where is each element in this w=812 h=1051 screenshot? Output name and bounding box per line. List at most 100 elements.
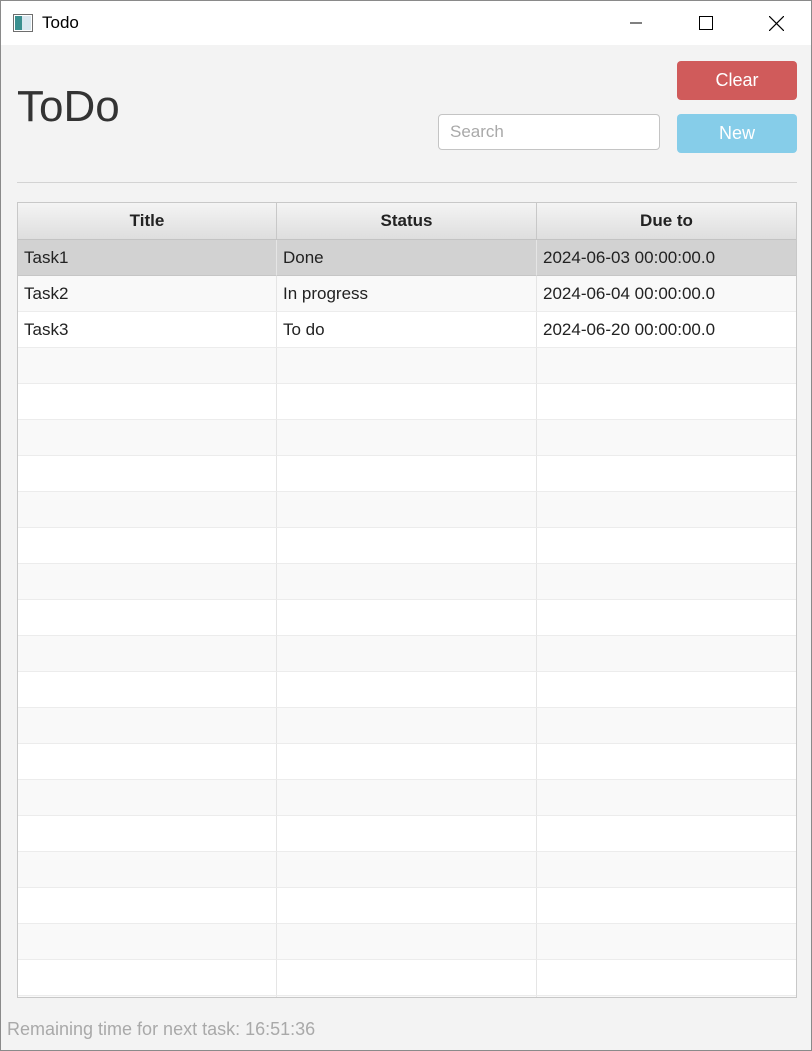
table-row[interactable]: Task3 To do 2024-06-20 00:00:00.0 [18,312,796,348]
empty-table-row [18,816,796,852]
cell-due: 2024-06-04 00:00:00.0 [537,276,796,312]
empty-cell [18,600,277,636]
empty-cell [18,816,277,852]
empty-cell [537,924,796,960]
empty-cell [18,672,277,708]
maximize-button[interactable] [671,1,741,45]
empty-cell [277,816,537,852]
empty-cell [537,420,796,456]
empty-cell [277,744,537,780]
empty-cell [18,384,277,420]
empty-table-row [18,960,796,996]
empty-table-row [18,888,796,924]
cell-title: Task2 [18,276,277,312]
empty-cell [18,996,277,997]
search-input[interactable] [438,114,660,150]
maximize-icon [699,16,713,30]
minimize-icon [630,22,642,24]
empty-table-row [18,420,796,456]
empty-table-row [18,564,796,600]
empty-cell [537,744,796,780]
minimize-button[interactable] [601,1,671,45]
cell-status: Done [277,240,537,276]
remaining-time-status: Remaining time for next task: 16:51:36 [7,1019,315,1040]
task-table[interactable]: Title Status Due to Task1 Done 2024-06-0… [17,202,797,998]
empty-table-row [18,672,796,708]
empty-cell [277,924,537,960]
page-title: ToDo [17,82,120,131]
empty-cell [277,636,537,672]
empty-cell [537,852,796,888]
empty-cell [277,852,537,888]
column-header-due[interactable]: Due to [537,203,796,239]
empty-cell [18,456,277,492]
cell-status: To do [277,312,537,348]
empty-table-row [18,384,796,420]
table-row[interactable]: Task1 Done 2024-06-03 00:00:00.0 [18,240,796,276]
empty-cell [537,384,796,420]
new-task-button[interactable]: New [677,114,797,153]
empty-cell [277,780,537,816]
cell-due: 2024-06-03 00:00:00.0 [537,240,796,276]
column-header-title[interactable]: Title [18,203,277,239]
close-icon [768,15,784,31]
empty-cell [277,384,537,420]
empty-table-row [18,996,796,997]
empty-cell [537,816,796,852]
empty-cell [277,348,537,384]
empty-table-row [18,528,796,564]
empty-cell [537,672,796,708]
cell-title: Task1 [18,240,277,276]
table-header: Title Status Due to [18,203,796,240]
cell-due: 2024-06-20 00:00:00.0 [537,312,796,348]
empty-table-row [18,348,796,384]
empty-cell [18,564,277,600]
app-icon [13,14,33,32]
empty-cell [277,672,537,708]
empty-table-row [18,924,796,960]
empty-cell [277,528,537,564]
cell-title: Task3 [18,312,277,348]
empty-cell [537,456,796,492]
window-title: Todo [42,13,79,32]
empty-cell [277,492,537,528]
table-row[interactable]: Task2 In progress 2024-06-04 00:00:00.0 [18,276,796,312]
empty-cell [537,348,796,384]
empty-cell [18,780,277,816]
title-bar: Todo [1,1,811,45]
empty-cell [18,636,277,672]
empty-cell [537,996,796,997]
divider [17,182,797,183]
app-window: Todo ToDo Clear New Title Status Due to [0,0,812,1051]
clear-button[interactable]: Clear [677,61,797,100]
empty-table-row [18,600,796,636]
empty-cell [18,888,277,924]
column-header-status[interactable]: Status [277,203,537,239]
empty-table-row [18,744,796,780]
empty-cell [18,744,277,780]
empty-cell [18,528,277,564]
empty-cell [18,960,277,996]
remaining-time-value: 16:51:36 [245,1019,316,1039]
empty-cell [537,528,796,564]
empty-cell [537,888,796,924]
remaining-time-label: Remaining time for next task: [7,1019,241,1039]
empty-cell [18,924,277,960]
empty-cell [18,708,277,744]
empty-cell [18,420,277,456]
empty-table-row [18,636,796,672]
empty-cell [18,852,277,888]
empty-cell [537,636,796,672]
close-button[interactable] [741,1,811,45]
empty-cell [277,888,537,924]
empty-cell [537,492,796,528]
empty-cell [277,960,537,996]
empty-cell [18,348,277,384]
empty-table-row [18,456,796,492]
empty-cell [537,600,796,636]
empty-cell [18,492,277,528]
empty-cell [537,960,796,996]
empty-cell [537,564,796,600]
empty-cell [277,996,537,997]
empty-cell [277,564,537,600]
